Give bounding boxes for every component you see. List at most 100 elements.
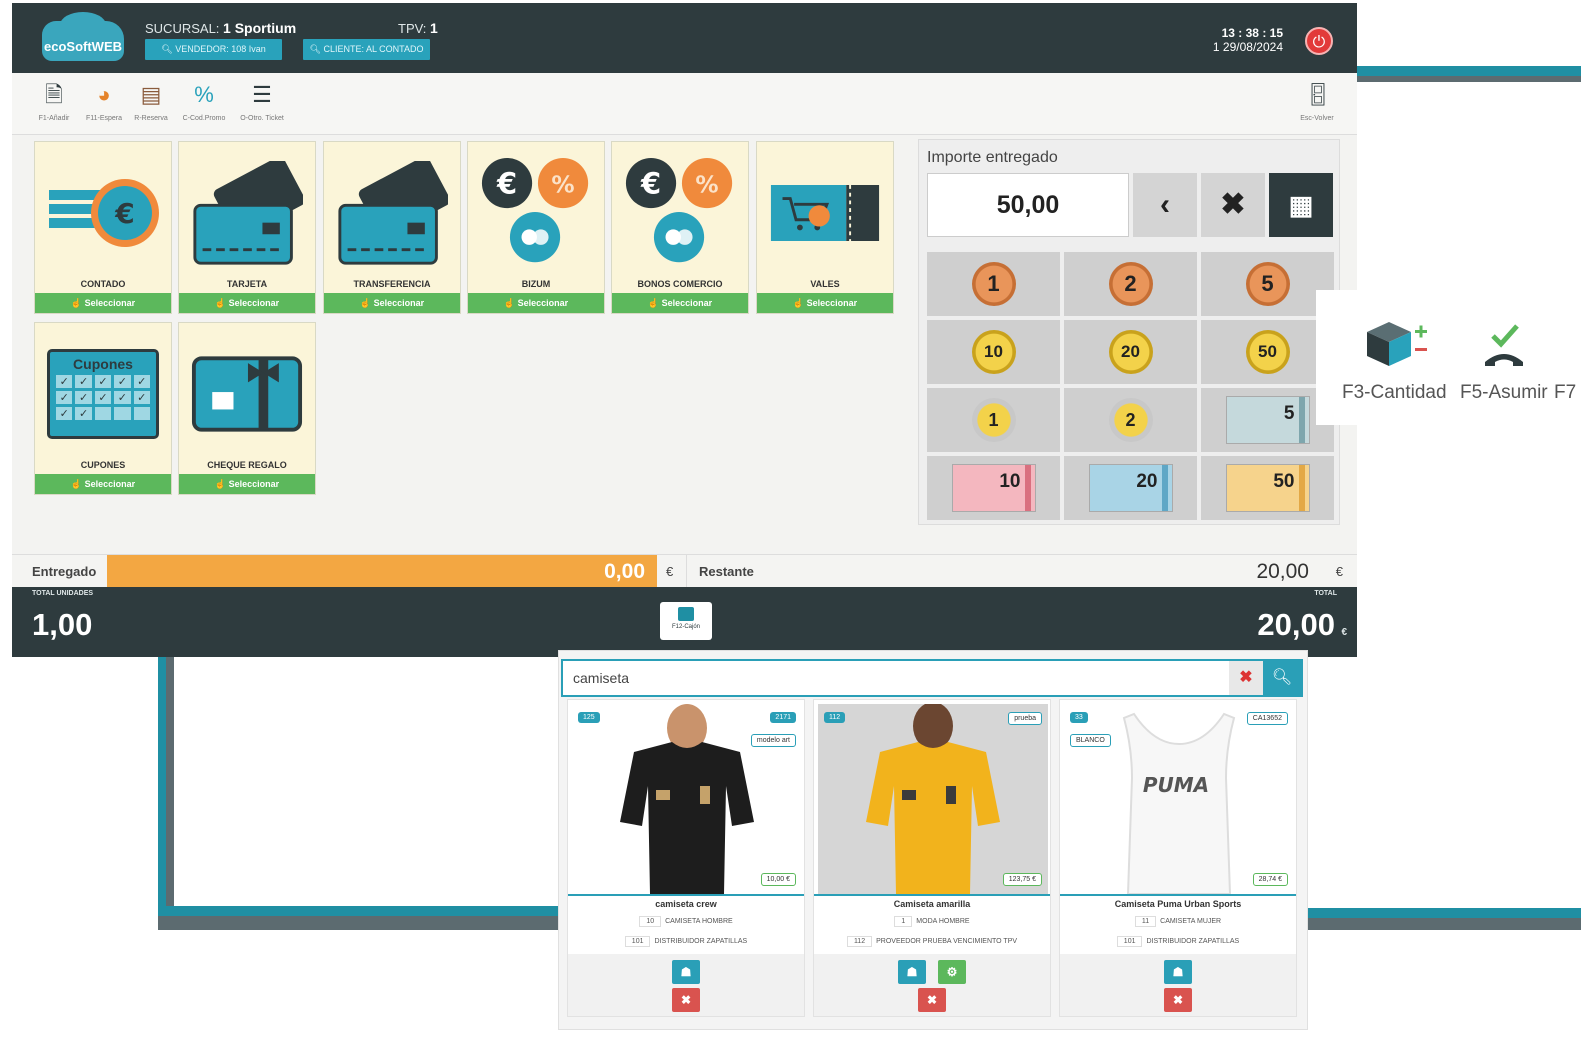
select-button[interactable]: ☝ Seleccionar — [35, 293, 171, 313]
cash-5-cent[interactable]: 5 — [1201, 252, 1334, 316]
cash-50-cent[interactable]: 50 — [1201, 320, 1334, 384]
calculator-button[interactable]: ▦ — [1269, 173, 1333, 237]
clock-date: 1 29/08/2024 — [1212, 40, 1283, 54]
select-button[interactable]: ☝ Seleccionar — [468, 293, 604, 313]
stock-locate-button[interactable]: ☗ — [898, 960, 926, 984]
stock-locate-button[interactable]: ☗ — [1164, 960, 1192, 984]
coin-icon: 1 — [971, 398, 1016, 442]
cash-50-euro[interactable]: 50 — [1201, 456, 1334, 520]
clock-time: 13 : 38 : 15 — [1221, 26, 1283, 40]
remove-button[interactable]: ✖ — [1164, 988, 1192, 1012]
select-button[interactable]: ☝ Seleccionar — [757, 293, 893, 313]
coin-icon: 10 — [971, 330, 1016, 374]
stock-badge: 112 — [824, 712, 846, 723]
cash-drawer-button[interactable]: F12-Cajón — [660, 602, 712, 640]
hand-pointer-icon: ☝ — [792, 298, 805, 308]
connector-line — [1308, 908, 1581, 918]
select-button[interactable]: ☝ Seleccionar — [179, 293, 315, 313]
payment-tile-vales[interactable]: VALES ☝ Seleccionar — [756, 141, 894, 314]
payment-tile-bonos-comercio[interactable]: € % BONOS COMERCIO ☝ Seleccionar — [611, 141, 749, 314]
f5-asumir-button[interactable]: F5-Asumir — [1460, 318, 1548, 404]
amount-label: Importe entregado — [927, 149, 1058, 166]
settings-button[interactable]: ⚙ — [938, 960, 966, 984]
f7-button[interactable]: F7 — [1554, 382, 1576, 404]
payment-tile-bizum[interactable]: € % BIZUM ☝ Seleccionar — [467, 141, 605, 314]
tool-wait-label: F11-Espera — [85, 115, 123, 122]
hand-pointer-icon: ☝ — [503, 298, 516, 308]
remove-button[interactable]: ✖ — [672, 988, 700, 1012]
payment-tile-cheque-regalo[interactable]: CHEQUE REGALO ☝ Seleccionar — [178, 322, 316, 495]
box-plus-minus-icon — [1342, 318, 1447, 370]
assume-check-icon — [1460, 318, 1548, 370]
cash-1-euro[interactable]: 1 — [927, 388, 1060, 452]
amount-input[interactable]: 50,00 — [927, 173, 1129, 237]
hand-pointer-icon: ☝ — [647, 298, 660, 308]
restante-value: 20,00 — [1256, 560, 1309, 583]
product-card[interactable]: 112 prueba 123,75 € Camiseta amarilla 1M… — [813, 699, 1051, 1017]
toolbar: 🗎 F1-Añadir ◕ F11-Espera ▤ R-Reserva % C… — [12, 73, 1357, 135]
select-label: Seleccionar — [373, 298, 425, 308]
stock-badge: 125 — [578, 712, 600, 723]
variant-tag: modelo art — [750, 734, 796, 747]
credit-card-icon — [191, 154, 303, 272]
backspace-button[interactable]: ‹ — [1133, 173, 1197, 237]
cliente-button[interactable]: 🔍︎ CLIENTE: AL CONTADO — [303, 39, 430, 60]
connector-line — [158, 906, 560, 916]
product-family: 10 CAMISETA HOMBRE — [568, 916, 804, 927]
tool-promo[interactable]: % C-Cod.Promo — [178, 81, 230, 122]
percent-icon: % — [194, 82, 214, 107]
cash-10-euro[interactable]: 10 — [927, 456, 1060, 520]
payment-tile-contado[interactable]: € CONTADO ☝ Seleccionar — [34, 141, 172, 314]
clear-button[interactable]: ✖ — [1201, 173, 1265, 237]
remove-button[interactable]: ✖ — [918, 988, 946, 1012]
cash-20-euro[interactable]: 20 — [1064, 456, 1197, 520]
cash-2-cent[interactable]: 2 — [1064, 252, 1197, 316]
cash-10-cent[interactable]: 10 — [927, 320, 1060, 384]
stock-locate-button[interactable]: ☗ — [672, 960, 700, 984]
cash-5-euro[interactable]: 5 — [1201, 388, 1334, 452]
connector-line-shadow — [166, 650, 174, 912]
power-icon[interactable]: ⏻ — [1305, 27, 1333, 55]
coupons-art-text: Cupones — [73, 356, 133, 372]
select-button[interactable]: ☝ Seleccionar — [179, 474, 315, 494]
total-currency: € — [1341, 627, 1347, 638]
f3-cantidad-button[interactable]: F3-Cantidad — [1342, 318, 1447, 404]
tool-ticket[interactable]: ☰ O-Otro. Ticket — [236, 81, 288, 122]
gear-icon: ⚙ — [946, 965, 958, 979]
search-button[interactable]: 🔍︎ — [1263, 661, 1301, 695]
payment-tile-tarjeta[interactable]: TARJETA ☝ Seleccionar — [178, 141, 316, 314]
tool-reserve[interactable]: ▤ R-Reserva — [125, 81, 177, 122]
cash-20-cent[interactable]: 20 — [1064, 320, 1197, 384]
search-icon: 🔍︎ — [161, 44, 173, 54]
payment-label: VALES — [810, 279, 840, 289]
payment-status-row: Entregado 0,00 € Restante 20,00 € — [12, 554, 1357, 588]
payment-tile-transferencia[interactable]: TRANSFERENCIA ☝ Seleccionar — [323, 141, 461, 314]
cliente-button-label: CLIENTE: AL CONTADO — [323, 44, 424, 54]
connector-line — [1350, 66, 1581, 76]
reference-badge: 2171 — [770, 712, 796, 723]
svg-text:%: % — [695, 172, 718, 199]
select-button[interactable]: ☝ Seleccionar — [612, 293, 748, 313]
payment-tile-cupones[interactable]: Cupones ✓ ✓ ✓ ✓ ✓ ✓ ✓ ✓ ✓ ✓ ✓ ✓ CUPONES ☝ Selecci… — [34, 322, 172, 495]
search-input[interactable] — [573, 666, 1213, 690]
select-button[interactable]: ☝ Seleccionar — [35, 474, 171, 494]
close-icon: ✖ — [1239, 669, 1253, 686]
select-button[interactable]: ☝ Seleccionar — [324, 293, 460, 313]
hand-pointer-icon: ☝ — [70, 479, 83, 489]
cash-1-cent[interactable]: 1 — [927, 252, 1060, 316]
vendedor-button[interactable]: 🔍︎ VENDEDOR: 108 Ivan — [145, 39, 282, 60]
coin-icon: 20 — [1108, 330, 1153, 374]
tool-back[interactable]: 🚪︎ Esc-Volver — [1291, 81, 1343, 122]
shopping-ticket-icon — [769, 154, 881, 272]
select-label: Seleccionar — [806, 298, 858, 308]
variant-tag: BLANCO — [1070, 734, 1111, 747]
product-card[interactable]: 125 2171 modelo art 10,00 € camiseta cre… — [567, 699, 805, 1017]
clock: 13 : 38 : 15 1 29/08/2024 — [1213, 26, 1283, 54]
tool-wait[interactable]: ◕ F11-Espera — [78, 81, 130, 122]
hand-pointer-icon: ☝ — [359, 298, 372, 308]
product-card[interactable]: PUMA 33 CA13652 BLANCO 28,74 € Camiseta … — [1059, 699, 1297, 1017]
cash-2-euro[interactable]: 2 — [1064, 388, 1197, 452]
tool-add[interactable]: 🗎 F1-Añadir — [28, 81, 80, 122]
tool-ticket-label: O-Otro. Ticket — [240, 115, 284, 122]
clear-search-button[interactable]: ✖ — [1229, 661, 1263, 695]
